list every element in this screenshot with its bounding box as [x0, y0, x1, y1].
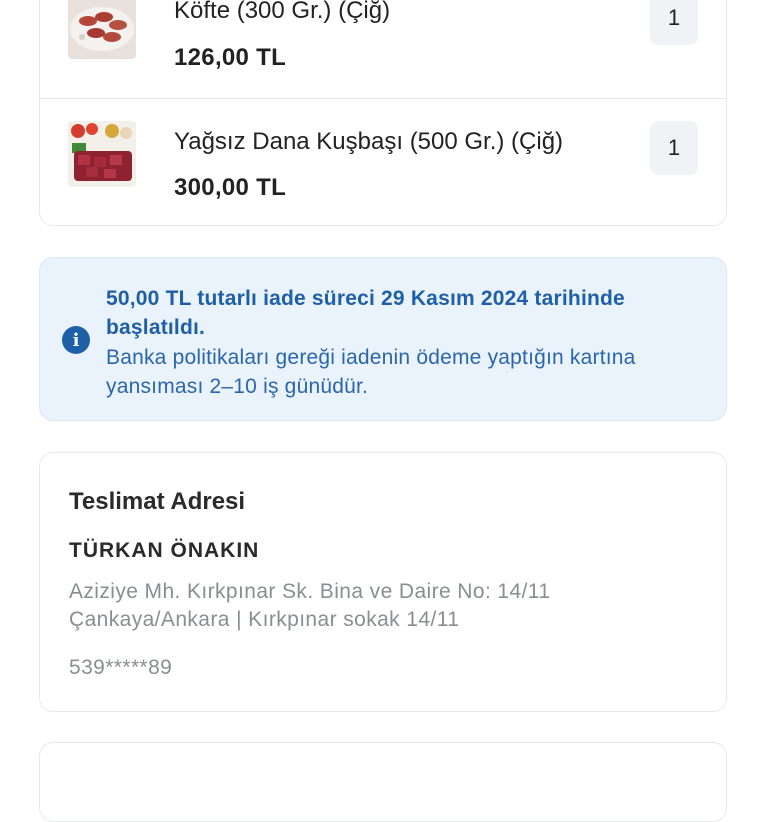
- quantity-badge: 1: [650, 121, 698, 175]
- address-line: Çankaya/Ankara | Kırkpınar sokak 14/11: [69, 608, 460, 631]
- quantity-badge: 1: [650, 0, 698, 45]
- next-section-card: [39, 742, 727, 822]
- product-price: 126,00 TL: [174, 44, 287, 71]
- kusbasi-product-image: [68, 121, 136, 187]
- product-name: Köfte (300 Gr.) (Çiğ): [174, 0, 391, 24]
- order-item[interactable]: Köfte (300 Gr.) (Çiğ) 126,00 TL 1: [40, 0, 726, 99]
- refund-notice: i 50,00 TL tutarlı iade süreci 29 Kasım …: [39, 257, 727, 421]
- product-name: Yağsız Dana Kuşbaşı (500 Gr.) (Çiğ): [174, 128, 564, 155]
- order-items-card: Köfte (300 Gr.) (Çiğ) 126,00 TL 1 Yağsız…: [39, 0, 727, 226]
- order-item[interactable]: Yağsız Dana Kuşbaşı (500 Gr.) (Çiğ) 300,…: [40, 98, 726, 226]
- kofte-product-image: [68, 0, 136, 59]
- phone-number: 539*****89: [69, 656, 173, 679]
- refund-description: Banka politikaları gereği iadenin ödeme …: [106, 346, 636, 398]
- recipient-name: TÜRKAN ÖNAKIN: [69, 539, 260, 562]
- info-icon: i: [62, 326, 90, 354]
- delivery-address-card: Teslimat Adresi TÜRKAN ÖNAKIN Aziziye Mh…: [39, 452, 727, 712]
- refund-title: 50,00 TL tutarlı iade süreci 29 Kasım 20…: [106, 287, 625, 339]
- product-price: 300,00 TL: [174, 174, 287, 201]
- address-line: Aziziye Mh. Kırkpınar Sk. Bina ve Daire …: [69, 580, 551, 603]
- section-title: Teslimat Adresi: [69, 488, 246, 515]
